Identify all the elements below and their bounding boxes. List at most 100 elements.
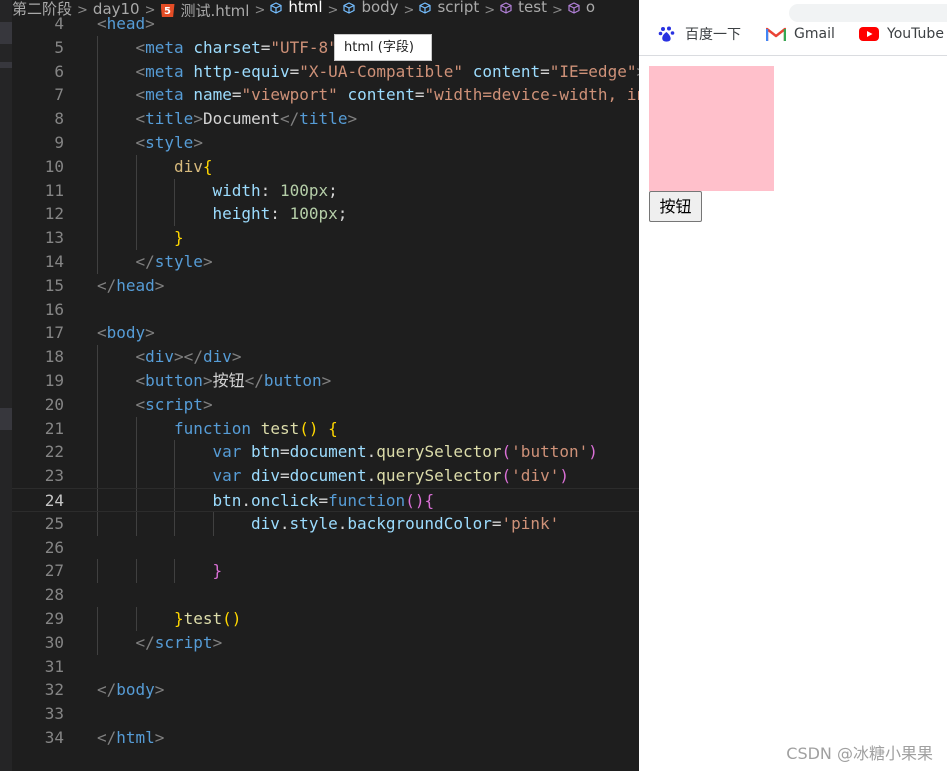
bookmark-baidu[interactable]: 百度一下 [657,22,741,46]
code-editor[interactable]: 4<head>5<meta charset="UTF-8">6<meta htt… [0,0,639,771]
code-token: < [135,394,146,414]
indent-guide [97,83,98,108]
breadcrumb-item[interactable]: test [500,0,547,15]
breadcrumb-item[interactable]: day10 [92,0,140,17]
code-line[interactable]: 14 </style> [12,249,639,274]
code-token: http-equiv [193,61,290,81]
breadcrumb-item[interactable]: 5 测试.html [160,1,250,17]
code-token: < [135,61,146,81]
code-token: body [106,323,146,343]
code-token: . [279,513,290,533]
line-number: 24 [44,490,64,510]
breadcrumb-item[interactable]: o [568,0,595,15]
code-token: = [289,61,300,81]
line-number: 9 [54,132,64,152]
code-token: name [193,85,232,105]
code-line[interactable]: 27} [12,559,639,584]
code-line[interactable]: 22 var btn=document.querySelector('button… [12,440,639,465]
code-token: = [279,442,290,462]
breadcrumb-label: 测试.html [180,1,250,17]
code-token: 100px [289,204,338,224]
code-line[interactable]: 7 <meta name="viewport" content="width=de… [12,83,639,108]
code-line[interactable]: 31 [12,655,639,679]
line-number: 17 [44,323,64,343]
code-line[interactable]: 21 function test() { [12,416,639,441]
code-line[interactable]: 20 <script> [12,392,639,417]
code-line[interactable]: 12 height: 100px; [12,202,639,227]
breadcrumb-label: 第二阶段 [12,0,73,17]
line-number: 8 [54,109,64,129]
indent-guide [135,178,137,203]
breadcrumb-item[interactable]: 第二阶段 [12,0,73,17]
code-line[interactable]: 11 width: 100px; [12,178,639,203]
code-line[interactable]: 24 btn.onclick=function(){ [12,487,639,513]
code-line[interactable]: 32 </body> [12,678,639,702]
address-bar[interactable] [789,4,947,22]
code-text: <body> [97,321,155,345]
code-text: <button>按钮</button> [136,369,332,393]
code-token: content [347,85,415,105]
code-token: div [251,466,280,486]
code-line[interactable]: 28 [12,583,639,607]
code-line[interactable]: 17 <body> [12,321,639,345]
code-line[interactable]: 33 [12,702,639,726]
bookmark-youtube[interactable]: YouTube [859,22,944,46]
code-token: function [174,418,252,438]
code-line[interactable]: 16 [12,298,639,322]
code-area[interactable]: 4<head>5<meta charset="UTF-8">6<meta htt… [12,12,639,750]
code-line[interactable]: 18 <div></div> [12,345,639,369]
breadcrumb: 第二阶段 > day10 >5 测试.html > html > body > script > tes… [12,0,639,17]
bookmark-gmail[interactable]: Gmail [766,22,835,46]
code-token: } [174,228,184,248]
demo-button[interactable]: 按钮 [649,191,702,222]
demo-div-box [649,66,774,191]
indent-guide [97,154,98,179]
breadcrumb-label: day10 [92,0,140,17]
code-token: () [299,418,319,438]
breadcrumb-item[interactable]: script [419,0,479,15]
breadcrumb-separator: > [551,2,563,18]
indent-guide [97,59,98,84]
code-line[interactable]: 13} [12,226,639,250]
code-token: > [347,109,358,129]
code-token: { [328,418,338,438]
code-line[interactable]: 5 <meta charset="UTF-8"> [12,35,639,60]
code-line[interactable]: 34 </html> [12,726,639,750]
code-text: btn.onclick=function(){ [213,489,435,513]
code-token: "width=device-width, initial-scale=1.0" [424,85,639,105]
indent-guide [135,440,137,465]
code-token: title [145,109,194,129]
code-text: div{ [174,155,213,179]
code-line[interactable]: 23 var div=document.querySelector('div') [12,464,639,488]
indent-guide [97,202,98,227]
code-token: test [260,418,300,438]
code-line[interactable]: 8 <title>Document</title> [12,107,639,131]
breadcrumb-label: test [518,0,547,16]
code-line[interactable]: 9 <style> [12,130,639,155]
code-line[interactable]: 29}test() [12,606,639,631]
code-line[interactable]: 10 div{ [12,154,639,179]
code-line[interactable]: 15 </head> [12,274,639,298]
code-token: button [145,370,203,390]
code-token: </ [97,275,117,295]
bookmark-label: Gmail [794,26,835,42]
code-token: "UTF-8" [270,37,338,57]
breadcrumb-item[interactable]: body [343,0,399,15]
code-line[interactable]: 25 div.style.backgroundColor='pink' [12,511,639,536]
code-line[interactable]: 6 <meta http-equiv="X-UA-Compatible" cont… [12,59,639,84]
code-token: head [116,275,155,295]
code-text: }test() [174,607,241,631]
code-line[interactable]: 19 <button>按钮</button> [12,368,639,393]
code-token: height [212,204,271,224]
code-token: < [135,85,146,105]
code-token: charset [193,37,261,57]
code-token: div [174,156,203,176]
breadcrumb-item[interactable]: html [270,0,323,15]
code-line[interactable]: 30 </script> [12,630,639,655]
code-line[interactable]: 26 [12,536,639,560]
